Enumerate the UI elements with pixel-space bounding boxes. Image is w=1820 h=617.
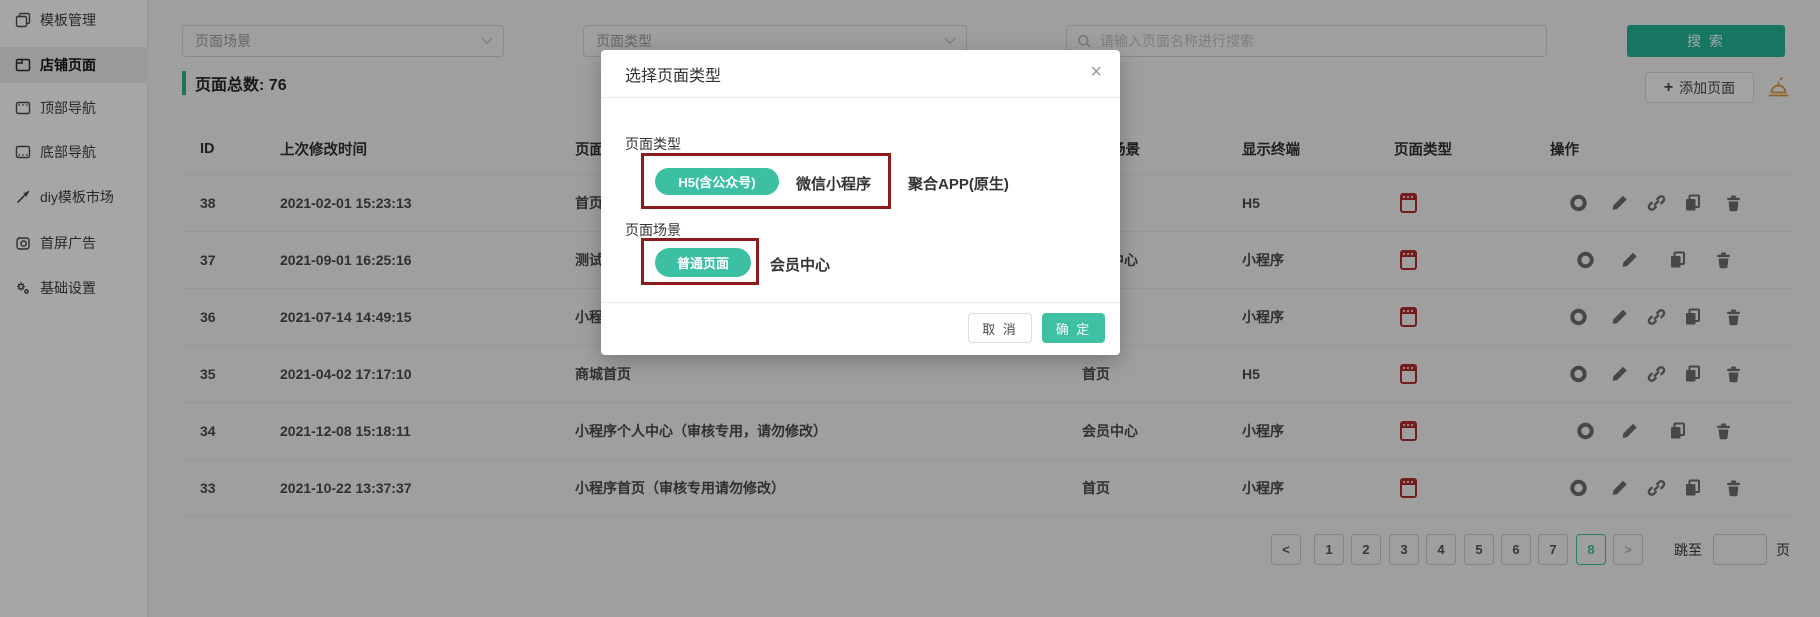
modal-page-scene-label: 页面场景	[625, 220, 681, 240]
close-icon[interactable]: ×	[1090, 62, 1102, 82]
option-normal-page-selected[interactable]: 普通页面	[655, 248, 751, 277]
modal-title: 选择页面类型	[625, 62, 721, 86]
modal-page-type-label: 页面类型	[625, 134, 681, 154]
option-member-center[interactable]: 会员中心	[770, 254, 830, 275]
modal-footer-divider	[601, 302, 1120, 303]
option-wechat-miniprogram[interactable]: 微信小程序	[796, 173, 871, 194]
cancel-button[interactable]: 取 消	[968, 313, 1032, 343]
option-hybrid-app[interactable]: 聚合APP(原生)	[908, 173, 1009, 194]
select-page-type-modal: 选择页面类型 × 页面类型 H5(含公众号) 微信小程序 聚合APP(原生) 页…	[601, 50, 1120, 355]
confirm-button[interactable]: 确 定	[1042, 313, 1105, 343]
option-h5-selected[interactable]: H5(含公众号)	[655, 168, 779, 195]
modal-header: 选择页面类型 ×	[601, 50, 1120, 98]
